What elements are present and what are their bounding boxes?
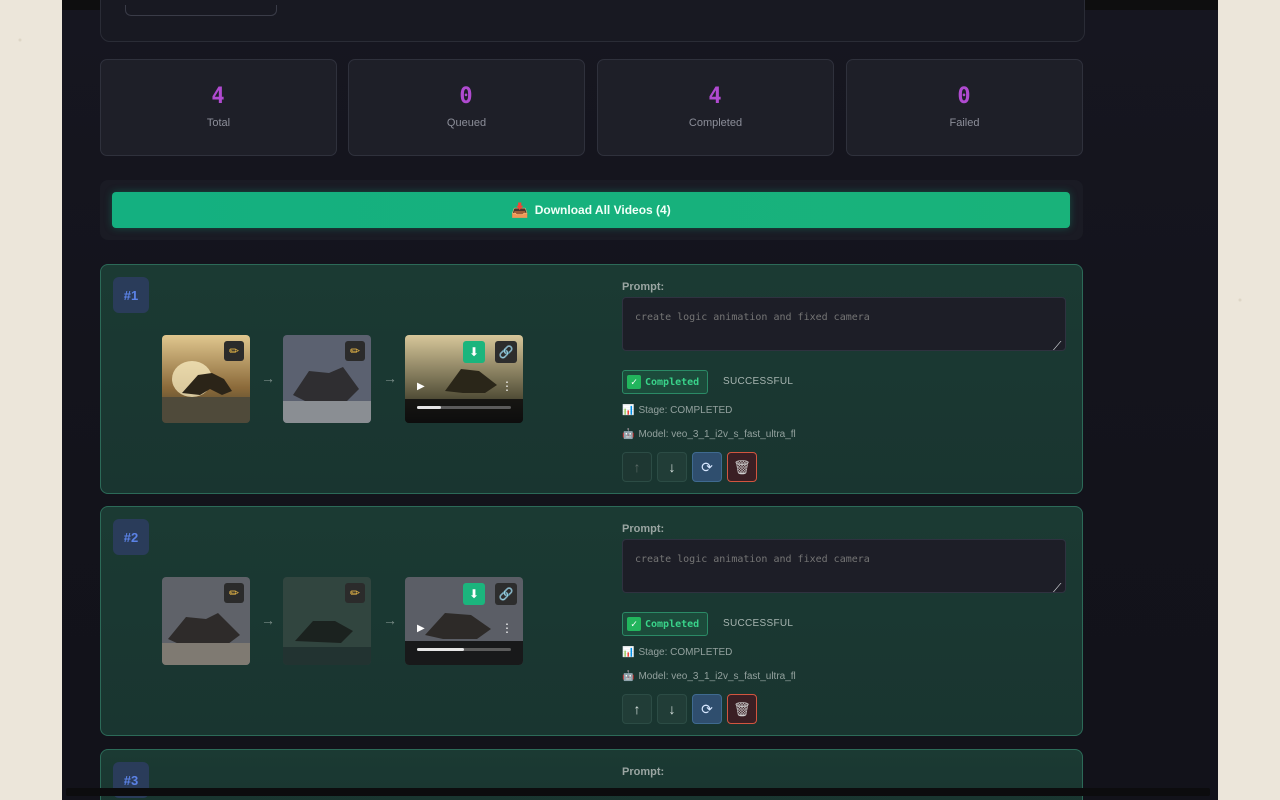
- stat-total: 4 Total: [100, 59, 337, 156]
- video-progress-fill: [417, 648, 464, 651]
- prompt-label: Prompt:: [622, 281, 665, 293]
- stat-value: 4: [211, 84, 226, 109]
- prompt-label: Prompt:: [622, 523, 665, 535]
- video-card: #2 ✏ → ✏ → ⬇ 🔗 ▶ ⋮ Prompt: create logic …: [100, 506, 1083, 736]
- check-box-icon: ✓: [627, 375, 641, 389]
- arrow-down-icon: ↓: [668, 701, 676, 717]
- arrow-right-icon: →: [383, 612, 397, 628]
- frame-thumbnail[interactable]: ✏: [283, 577, 371, 665]
- download-icon[interactable]: ⬇: [463, 341, 485, 363]
- stat-label: Completed: [688, 117, 743, 129]
- refresh-icon: ⟳: [701, 700, 713, 717]
- delete-button[interactable]: 🗑: [727, 694, 757, 724]
- prompt-label: Prompt:: [622, 766, 665, 778]
- top-panel-control[interactable]: [125, 5, 277, 16]
- pencil-icon[interactable]: ✏: [224, 583, 244, 603]
- stat-label: Queued: [446, 117, 487, 129]
- move-up-button[interactable]: ↑: [622, 452, 652, 482]
- pencil-icon[interactable]: ✏: [224, 341, 244, 361]
- move-down-button[interactable]: ↓: [657, 452, 687, 482]
- stat-value: 0: [957, 84, 972, 109]
- trash-icon: 🗑: [733, 458, 751, 475]
- download-all-label: Download All Videos (4): [534, 203, 671, 217]
- status-text: SUCCESSFUL: [723, 618, 794, 629]
- stat-value: 4: [708, 84, 723, 109]
- video-progress-track[interactable]: [417, 648, 511, 651]
- model-text: Model: veo_3_1_i2v_s_fast_ultra_fl: [638, 671, 796, 682]
- more-options-icon[interactable]: ⋮: [501, 621, 513, 635]
- stat-label: Total: [206, 117, 231, 129]
- bar-chart-icon: 📊: [622, 647, 635, 658]
- download-all-section: 📥 Download All Videos (4): [100, 180, 1083, 240]
- stage-info: 📊 Stage: COMPLETED: [622, 405, 732, 416]
- stats-row: 4 Total 0 Queued 4 Completed 0 Failed: [100, 59, 1083, 156]
- inbox-tray-icon: 📥: [511, 201, 529, 218]
- prompt-field[interactable]: [622, 297, 1066, 351]
- status-label: Completed: [645, 618, 700, 630]
- stage-info: 📊 Stage: COMPLETED: [622, 647, 732, 658]
- stat-failed: 0 Failed: [846, 59, 1083, 156]
- robot-icon: 🤖: [622, 429, 635, 440]
- robot-icon: 🤖: [622, 671, 635, 682]
- model-text: Model: veo_3_1_i2v_s_fast_ultra_fl: [638, 429, 796, 440]
- stat-value: 0: [459, 84, 474, 109]
- arrow-up-icon: ↑: [633, 701, 641, 717]
- video-player[interactable]: ⬇ 🔗 ▶ ⋮: [405, 577, 523, 665]
- retry-button[interactable]: ⟳: [692, 694, 722, 724]
- video-card: #1 ✏ → ✏ → ⬇ 🔗 ▶ ⋮ Prompt: create logic …: [100, 264, 1083, 494]
- video-progress-track[interactable]: [417, 406, 511, 409]
- check-box-icon: ✓: [627, 617, 641, 631]
- bottom-bar: [66, 788, 1210, 796]
- model-info: 🤖 Model: veo_3_1_i2v_s_fast_ultra_fl: [622, 671, 796, 682]
- stat-label: Failed: [949, 117, 980, 129]
- move-down-button[interactable]: ↓: [657, 694, 687, 724]
- status-label: Completed: [645, 376, 700, 388]
- pencil-icon[interactable]: ✏: [345, 583, 365, 603]
- frame-thumbnail[interactable]: ✏: [162, 577, 250, 665]
- download-icon[interactable]: ⬇: [463, 583, 485, 605]
- prompt-field[interactable]: [622, 539, 1066, 593]
- stat-queued: 0 Queued: [348, 59, 585, 156]
- link-icon[interactable]: 🔗: [495, 341, 517, 363]
- pencil-icon[interactable]: ✏: [345, 341, 365, 361]
- link-icon[interactable]: 🔗: [495, 583, 517, 605]
- download-all-button[interactable]: 📥 Download All Videos (4): [112, 192, 1070, 228]
- app-window: 4 Total 0 Queued 4 Completed 0 Failed 📥 …: [62, 0, 1218, 800]
- arrow-down-icon: ↓: [668, 459, 676, 475]
- more-options-icon[interactable]: ⋮: [501, 379, 513, 393]
- stat-completed: 4 Completed: [597, 59, 834, 156]
- status-badge: ✓ Completed: [622, 370, 709, 394]
- card-index-badge: #1: [113, 277, 149, 313]
- refresh-icon: ⟳: [701, 458, 713, 475]
- bar-chart-icon: 📊: [622, 405, 635, 416]
- trash-icon: 🗑: [733, 700, 751, 717]
- video-player[interactable]: ⬇ 🔗 ▶ ⋮: [405, 335, 523, 423]
- status-badge: ✓ Completed: [622, 612, 709, 636]
- stage-text: Stage: COMPLETED: [638, 647, 733, 658]
- resize-handle-icon[interactable]: ⟋: [1053, 581, 1061, 596]
- arrow-right-icon: →: [261, 370, 275, 386]
- frame-thumbnail[interactable]: ✏: [283, 335, 371, 423]
- arrow-right-icon: →: [261, 612, 275, 628]
- frame-thumbnail[interactable]: ✏: [162, 335, 250, 423]
- delete-button[interactable]: 🗑: [727, 452, 757, 482]
- arrow-right-icon: →: [383, 370, 397, 386]
- card-index-badge: #2: [113, 519, 149, 555]
- move-up-button[interactable]: ↑: [622, 694, 652, 724]
- video-progress-fill: [417, 406, 441, 409]
- resize-handle-icon[interactable]: ⟋: [1053, 339, 1061, 354]
- status-text: SUCCESSFUL: [723, 376, 794, 387]
- stage-text: Stage: COMPLETED: [638, 405, 733, 416]
- arrow-up-icon: ↑: [633, 459, 641, 475]
- play-icon[interactable]: ▶: [417, 381, 425, 392]
- retry-button[interactable]: ⟳: [692, 452, 722, 482]
- play-icon[interactable]: ▶: [417, 623, 425, 634]
- top-panel: [100, 0, 1085, 42]
- model-info: 🤖 Model: veo_3_1_i2v_s_fast_ultra_fl: [622, 429, 796, 440]
